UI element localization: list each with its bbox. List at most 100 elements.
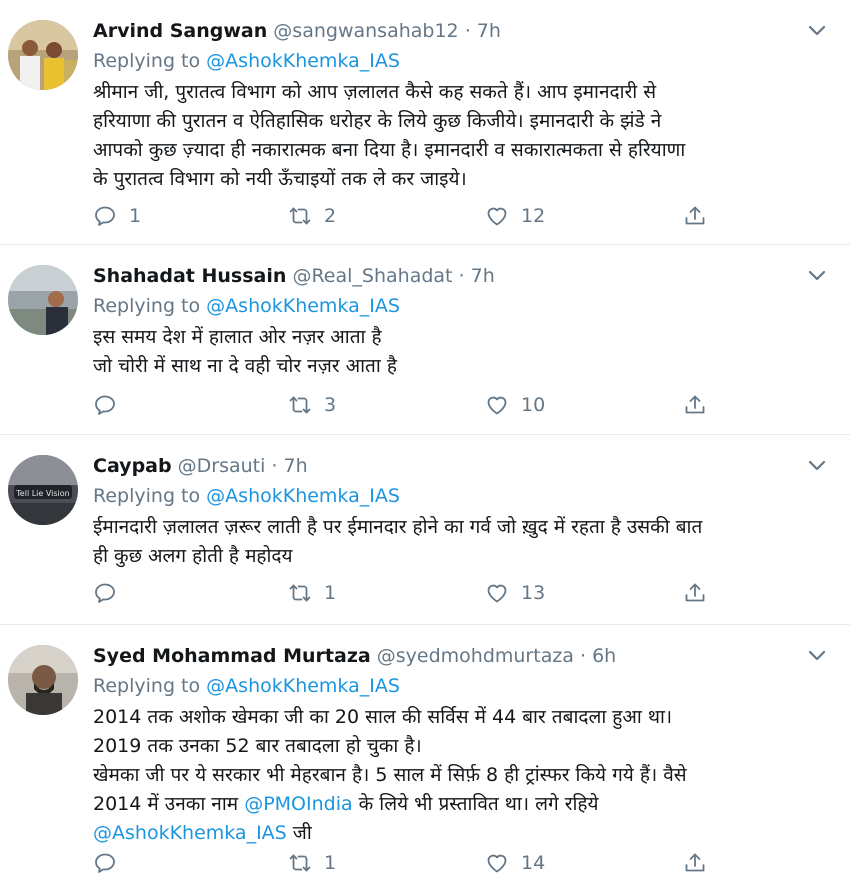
tweet-actions: 1 14: [0, 848, 850, 878]
like-count: 12: [521, 205, 546, 227]
timestamp[interactable]: 7h: [471, 265, 495, 287]
avatar[interactable]: [8, 20, 78, 90]
retweet-count: 3: [324, 394, 337, 416]
tweet-actions: 1 2 12: [0, 201, 850, 231]
retweet-icon: [289, 854, 311, 872]
tweet-actions: 1 13: [0, 578, 850, 608]
display-name[interactable]: Caypab: [93, 455, 172, 477]
separator: ·: [580, 645, 587, 667]
replying-to: Replying to @AshokKhemka_IAS: [93, 673, 400, 699]
like-button[interactable]: 13: [485, 578, 545, 608]
like-button[interactable]: 12: [485, 201, 545, 231]
replying-to: Replying to @AshokKhemka_IAS: [93, 293, 400, 319]
tweet[interactable]: Syed Mohammad Murtaza @syedmohdmurtaza ·…: [0, 625, 850, 890]
tweet-text-line: आपको कुछ ज़्यादा ही नकारात्मक बना दिया ह…: [93, 139, 686, 161]
timestamp[interactable]: 6h: [592, 645, 616, 667]
separator: ·: [464, 20, 471, 42]
tweet-actions: 3 10: [0, 390, 850, 420]
avatar[interactable]: [8, 265, 78, 335]
tweet-text-line: जो चोरी में साथ ना दे वही चोर नज़र आता ह…: [93, 355, 397, 377]
replying-to-mention[interactable]: @AshokKhemka_IAS: [206, 50, 400, 72]
share-button[interactable]: [683, 848, 707, 878]
tweet-text-line: ईमानदारी ज़लालत ज़रूर लाती है पर ईमानदार…: [93, 516, 703, 538]
tweet-text-line: खेमका जी पर ये सरकार भी मेहरबान है। 5 सा…: [93, 764, 687, 786]
replying-to: Replying to @AshokKhemka_IAS: [93, 48, 400, 74]
chevron-down-icon[interactable]: [806, 267, 828, 285]
share-icon: [685, 853, 705, 872]
tweet[interactable]: Shahadat Hussain @Real_Shahadat · 7h Rep…: [0, 245, 850, 435]
tweet-text-line: @AshokKhemka_IAS जी: [93, 819, 830, 848]
tweet-text-line: ही कुछ अलग होती है महोदय: [93, 545, 293, 567]
user-handle[interactable]: @Real_Shahadat: [292, 265, 452, 287]
tweet-text-segment: 2014 में उनका नाम: [93, 793, 245, 815]
replying-to-label: Replying to: [93, 295, 201, 317]
tweet-text-line: के पुरातत्व विभाग को नयी ऊँचाइयों तक ले …: [93, 168, 467, 190]
tweet-header: Shahadat Hussain @Real_Shahadat · 7h: [93, 263, 495, 289]
replying-to-label: Replying to: [93, 50, 201, 72]
reply-button[interactable]: [93, 578, 129, 608]
reply-button[interactable]: 1: [93, 201, 141, 231]
tweet-text-segment: के लिये भी प्रस्तावित था। लगे रहिये: [352, 793, 599, 815]
retweet-count: 1: [324, 582, 337, 604]
tweet-text-line: श्रीमान जी, पुरातत्व विभाग को आप ज़लालत …: [93, 81, 657, 103]
heart-icon: [487, 854, 507, 873]
reply-icon: [95, 583, 115, 603]
tweet-text: इस समय देश में हालात ओर नज़र आता है जो च…: [93, 323, 830, 381]
reply-count: 1: [129, 205, 142, 227]
separator: ·: [271, 455, 278, 477]
replying-to-mention[interactable]: @AshokKhemka_IAS: [206, 675, 400, 697]
separator: ·: [458, 265, 465, 287]
like-count: 10: [521, 394, 546, 416]
replying-to-mention[interactable]: @AshokKhemka_IAS: [206, 295, 400, 317]
chevron-down-icon[interactable]: [806, 647, 828, 665]
retweet-count: 2: [324, 205, 337, 227]
share-icon: [685, 206, 705, 225]
like-button[interactable]: 10: [485, 390, 545, 420]
tweet-text-line: 2014 तक अशोक खेमका जी का 20 साल की सर्वि…: [93, 706, 673, 728]
mention-link[interactable]: @PMOIndia: [244, 793, 352, 815]
retweet-button[interactable]: 1: [288, 578, 336, 608]
reply-feed: Arvind Sangwan @sangwansahab12 · 7h Repl…: [0, 0, 850, 890]
tweet-text: श्रीमान जी, पुरातत्व विभाग को आप ज़लालत …: [93, 78, 830, 194]
retweet-icon: [289, 584, 311, 602]
retweet-icon: [289, 396, 311, 414]
replying-to: Replying to @AshokKhemka_IAS: [93, 483, 400, 509]
retweet-button[interactable]: 2: [288, 201, 336, 231]
retweet-count: 1: [324, 852, 337, 874]
user-handle[interactable]: @sangwansahab12: [273, 20, 458, 42]
avatar[interactable]: [8, 645, 78, 715]
mention-link[interactable]: @AshokKhemka_IAS: [93, 822, 287, 844]
reply-button[interactable]: [93, 848, 129, 878]
tweet[interactable]: Tell Lie Vision Caypab @Drsauti · 7h Rep…: [0, 435, 850, 625]
heart-icon: [487, 584, 507, 603]
tweet-text-line: इस समय देश में हालात ओर नज़र आता है: [93, 326, 382, 348]
user-handle[interactable]: @syedmohdmurtaza: [377, 645, 574, 667]
replying-to-label: Replying to: [93, 675, 201, 697]
share-button[interactable]: [683, 578, 707, 608]
tweet-text-segment: जी: [286, 822, 312, 844]
user-handle[interactable]: @Drsauti: [178, 455, 266, 477]
display-name[interactable]: Shahadat Hussain: [93, 265, 286, 287]
reply-button[interactable]: [93, 390, 129, 420]
tweet-header: Caypab @Drsauti · 7h: [93, 453, 308, 479]
chevron-down-icon[interactable]: [806, 457, 828, 475]
tweet-text-line: हरियाणा की पुरातन व ऐतिहासिक धरोहर के लि…: [93, 110, 662, 132]
tweet-text-line: 2019 तक उनका 52 बार तबादला हो चुका है।: [93, 735, 422, 757]
like-button[interactable]: 14: [485, 848, 545, 878]
timestamp[interactable]: 7h: [477, 20, 501, 42]
like-count: 14: [521, 852, 546, 874]
tweet[interactable]: Arvind Sangwan @sangwansahab12 · 7h Repl…: [0, 0, 850, 245]
replying-to-mention[interactable]: @AshokKhemka_IAS: [206, 485, 400, 507]
display-name[interactable]: Syed Mohammad Murtaza: [93, 645, 371, 667]
display-name[interactable]: Arvind Sangwan: [93, 20, 267, 42]
share-button[interactable]: [683, 390, 707, 420]
retweet-button[interactable]: 1: [288, 848, 336, 878]
timestamp[interactable]: 7h: [284, 455, 308, 477]
share-button[interactable]: [683, 201, 707, 231]
tweet-text-line: 2014 में उनका नाम @PMOIndia के लिये भी प…: [93, 790, 830, 819]
reply-icon: [95, 395, 115, 415]
avatar[interactable]: Tell Lie Vision: [8, 455, 78, 525]
replying-to-label: Replying to: [93, 485, 201, 507]
chevron-down-icon[interactable]: [806, 22, 828, 40]
retweet-button[interactable]: 3: [288, 390, 336, 420]
